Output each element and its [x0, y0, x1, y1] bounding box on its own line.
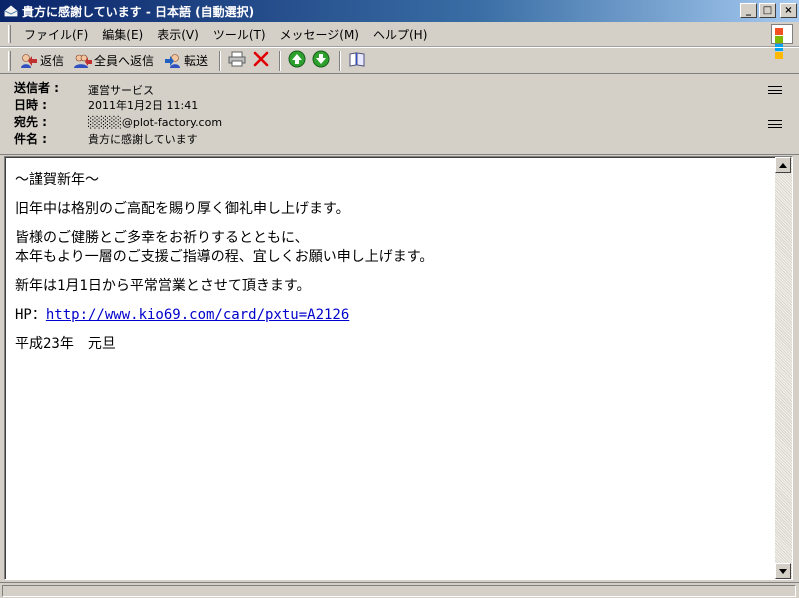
- forward-label: 転送: [184, 54, 209, 68]
- hp-label: HP：: [15, 307, 46, 323]
- from-row: 送信者 : 運営サービス: [14, 79, 785, 97]
- vertical-scrollbar[interactable]: [775, 157, 792, 579]
- menu-file[interactable]: ファイル(F): [17, 24, 95, 45]
- message-body-pane[interactable]: ～謹賀新年～ 旧年中は格別のご高配を賜り厚く御礼申し上げます。 皆様のご健勝とご…: [4, 156, 793, 580]
- toolbar-separator: [339, 50, 342, 71]
- redacted-text: ░░░░: [88, 116, 122, 129]
- menu-grip[interactable]: [8, 25, 11, 43]
- body-paragraph: 皆様のご健勝とご多幸をお祈りするとともに、 本年もより一層のご支援ご指導の程、宜…: [15, 229, 770, 267]
- menu-view[interactable]: 表示(V): [150, 24, 206, 45]
- to-label: 宛先 :: [14, 115, 47, 129]
- status-panel: [2, 585, 796, 597]
- minimize-button[interactable]: _: [740, 3, 757, 18]
- from-label: 送信者 :: [14, 81, 59, 95]
- next-message-button[interactable]: [310, 50, 332, 72]
- to-value[interactable]: ░░░░@plot-factory.com: [88, 116, 222, 129]
- reply-button[interactable]: 返信: [16, 50, 68, 72]
- address-book-button[interactable]: [346, 50, 368, 72]
- menu-help[interactable]: ヘルプ(H): [366, 24, 434, 45]
- window-title: 貴方に感謝しています - 日本語 (自動選択): [22, 4, 255, 19]
- toolbar-grip[interactable]: [8, 50, 11, 71]
- printer-icon: [228, 51, 246, 70]
- date-value: 2011年1月2日 11:41: [88, 99, 199, 112]
- title-bar[interactable]: 貴方に感謝しています - 日本語 (自動選択) _ □ ×: [0, 0, 799, 22]
- arrow-up-icon: [288, 50, 306, 71]
- reply-all-button[interactable]: 全員へ返信: [70, 50, 158, 72]
- windows-logo-icon: [771, 24, 793, 59]
- status-bar: [0, 582, 799, 598]
- previous-message-button[interactable]: [286, 50, 308, 72]
- message-header: 送信者 : 運営サービス 日時 : 2011年1月2日 11:41 宛先 : ░…: [0, 75, 799, 155]
- arrow-down-icon: [312, 50, 330, 71]
- hp-link[interactable]: http://www.kio69.com/card/pxtu=A2126: [46, 307, 349, 323]
- triangle-down-icon: [779, 568, 787, 574]
- reply-all-icon: [74, 53, 93, 69]
- body-line: 皆様のご健勝とご多幸をお祈りするとともに、: [15, 230, 309, 246]
- menu-edit[interactable]: 編集(E): [95, 24, 150, 45]
- toolbar-separator: [279, 50, 282, 71]
- menu-bar: ファイル(F) 編集(E) 表示(V) ツール(T) メッセージ(M) ヘルプ(…: [0, 22, 799, 59]
- body-closing: 平成23年 元旦: [15, 336, 116, 352]
- delete-button[interactable]: [250, 50, 272, 72]
- body-line: 旧年中は格別のご高配を賜り厚く御礼申し上げます。: [15, 201, 350, 217]
- scroll-up-button[interactable]: [775, 157, 791, 173]
- date-label: 日時 :: [14, 98, 47, 112]
- to-row: 宛先 : ░░░░@plot-factory.com: [14, 113, 785, 130]
- body-line: 新年は1月1日から平常営業とさせて頂きます。: [15, 278, 311, 294]
- message-body: ～謹賀新年～ 旧年中は格別のご高配を賜り厚く御礼申し上げます。 皆様のご健勝とご…: [15, 171, 770, 576]
- subject-row: 件名 : 貴方に感謝しています: [14, 130, 785, 147]
- body-hp-line: HP：http://www.kio69.com/card/pxtu=A2126: [15, 306, 770, 325]
- menu-message[interactable]: メッセージ(M): [273, 24, 366, 45]
- reply-icon: [20, 53, 38, 69]
- menu-tools[interactable]: ツール(T): [206, 24, 273, 45]
- expand-icon[interactable]: [767, 84, 783, 96]
- body-greeting: ～謹賀新年～: [15, 172, 99, 188]
- maximize-button[interactable]: □: [759, 3, 776, 18]
- to-domain: @plot-factory.com: [121, 116, 223, 129]
- reply-all-label: 全員へ返信: [94, 54, 155, 68]
- print-button[interactable]: [226, 50, 248, 72]
- scroll-down-button[interactable]: [775, 563, 791, 579]
- reply-label: 返信: [40, 54, 65, 68]
- date-row: 日時 : 2011年1月2日 11:41: [14, 96, 785, 113]
- toolbar-separator: [219, 50, 222, 71]
- forward-button[interactable]: 転送: [160, 50, 212, 72]
- forward-icon: [164, 53, 182, 69]
- mail-app-icon: [4, 5, 18, 17]
- address-book-icon: [348, 51, 366, 70]
- triangle-up-icon: [779, 162, 787, 168]
- delete-x-icon: [252, 51, 270, 70]
- toolbar: 返信 全員へ返信 転送: [0, 47, 799, 74]
- subject-label: 件名 :: [14, 132, 47, 146]
- subject-value: 貴方に感謝しています: [88, 133, 198, 146]
- close-button[interactable]: ×: [780, 3, 797, 18]
- body-line: 本年もより一層のご支援ご指導の程、宜しくお願い申し上げます。: [15, 249, 434, 265]
- expand-icon[interactable]: [767, 118, 783, 130]
